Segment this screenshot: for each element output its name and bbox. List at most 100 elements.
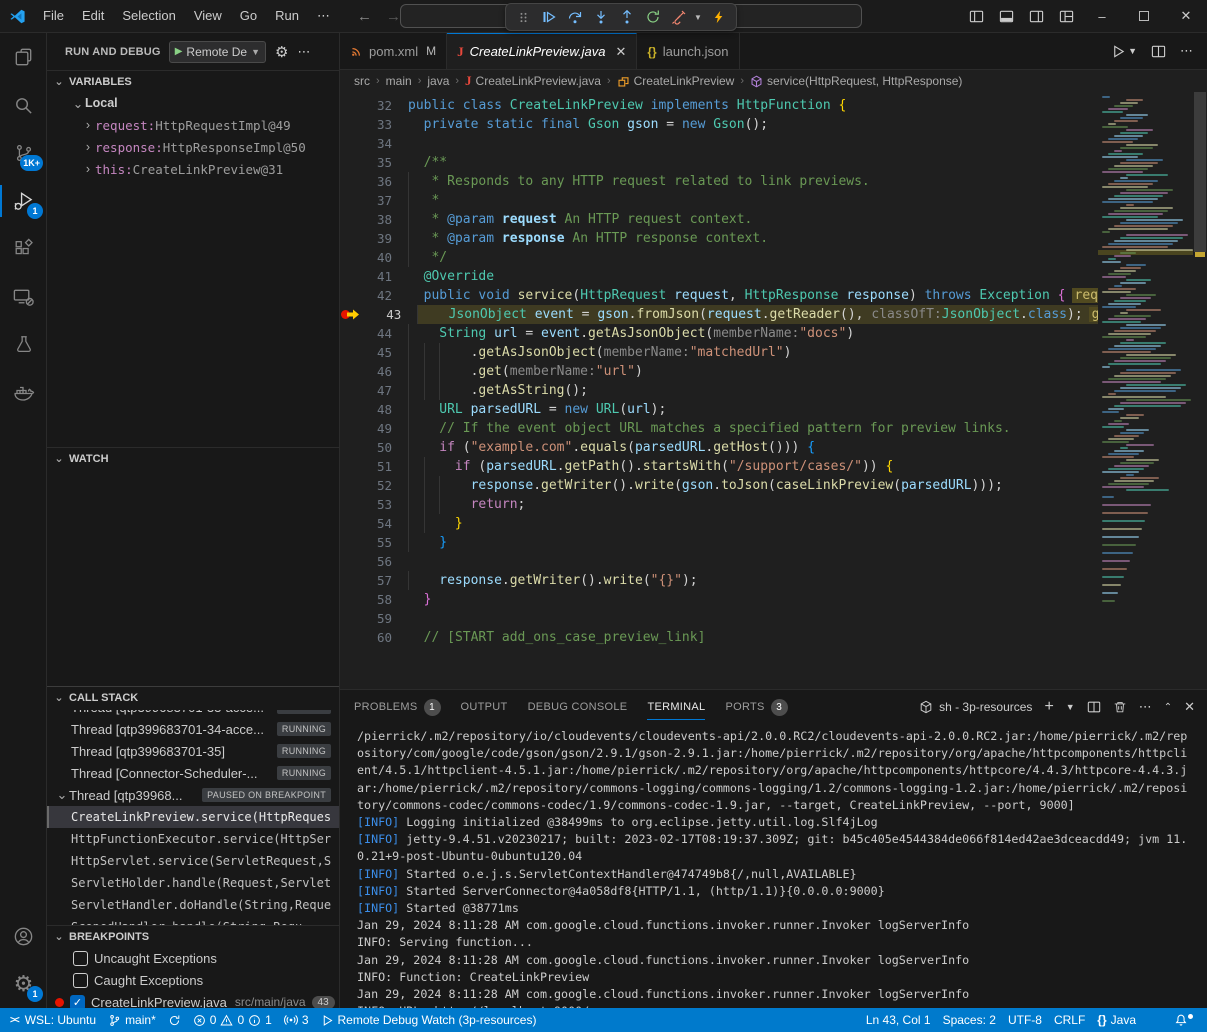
hot-code-replace-icon[interactable] (708, 6, 730, 28)
terminal-selector[interactable]: sh - 3p-resources (919, 700, 1032, 714)
code-line-51[interactable]: 51if (parsedURL.getPath().startsWith("/s… (340, 457, 1098, 476)
code-line-40[interactable]: 40 */ (340, 248, 1098, 267)
maximize-button[interactable] (1123, 0, 1165, 32)
code-line-55[interactable]: 55} (340, 533, 1098, 552)
debug-settings-gear-icon[interactable]: ⚙ (275, 43, 288, 61)
step-into-icon[interactable] (590, 6, 612, 28)
sidebar-more-actions-icon[interactable]: ⋯ (297, 44, 310, 60)
toggle-panel-icon[interactable] (991, 0, 1021, 32)
breadcrumb-item[interactable]: service(HttpRequest, HttpResponse) (750, 74, 962, 88)
call-stack-frame[interactable]: HttpServlet.service(ServletRequest,S (47, 850, 339, 872)
status-utf-8[interactable]: UTF-8 (1002, 1008, 1048, 1032)
variable-row-response[interactable]: ›response: HttpResponseImpl@50 (47, 136, 339, 158)
call-stack-thread[interactable]: Thread [Connector-Scheduler-...RUNNING (47, 762, 339, 784)
code-line-53[interactable]: 53return; (340, 495, 1098, 514)
close-window-button[interactable]: ✕ (1165, 0, 1207, 32)
call-stack-frame[interactable]: ServletHolder.handle(Request,Servlet (47, 872, 339, 894)
code-line-35[interactable]: 35/** (340, 153, 1098, 172)
activity-accounts[interactable] (0, 912, 47, 960)
call-stack-thread[interactable]: ⌄Thread [qtp39968...PAUSED ON BREAKPOINT (47, 784, 339, 806)
split-terminal-icon[interactable] (1087, 700, 1101, 714)
kill-terminal-icon[interactable] (1113, 700, 1127, 714)
split-editor-icon[interactable] (1151, 44, 1166, 59)
code-line-43[interactable]: 43JsonObject event = gson.fromJson(reque… (340, 305, 1098, 324)
menu-run[interactable]: Run (266, 5, 308, 27)
code-line-33[interactable]: 33private static final Gson gson = new G… (340, 115, 1098, 134)
breakpoint-file-row[interactable]: ✓CreateLinkPreview.javasrc/main/java43 (47, 991, 339, 1008)
call-stack-section-header[interactable]: ⌄CALL STACK (47, 686, 339, 708)
code-line-45[interactable]: 45.getAsJsonObject(memberName:"matchedUr… (340, 343, 1098, 362)
activity-testing[interactable] (0, 321, 47, 369)
code-line-56[interactable]: 56 (340, 552, 1098, 571)
run-java-button[interactable]: ▼ (1111, 44, 1137, 59)
breakpoints-section-header[interactable]: ⌄BREAKPOINTS (47, 925, 339, 947)
call-stack-frame[interactable]: ScopedHandler.handle(String,Requ (47, 916, 339, 925)
menu-more[interactable]: ⋯ (308, 5, 339, 27)
status-debug[interactable]: Remote Debug Watch (3p-resources) (315, 1008, 543, 1032)
code-line-46[interactable]: 46.get(memberName:"url") (340, 362, 1098, 381)
call-stack-frame[interactable]: HttpFunctionExecutor.service(HttpSer (47, 828, 339, 850)
menu-file[interactable]: File (34, 5, 73, 27)
variable-row-this[interactable]: ›this: CreateLinkPreview@31 (47, 158, 339, 180)
launch-config-dropdown[interactable]: ▶ Remote De ▼ (169, 41, 266, 63)
code-line-59[interactable]: 59 (340, 609, 1098, 628)
activity-settings[interactable]: ⚙1 (0, 960, 47, 1008)
activity-explorer[interactable] (0, 33, 47, 81)
status-broadcast[interactable]: 3 (278, 1008, 315, 1032)
panel-tab-debug-console[interactable]: DEBUG CONSOLE (528, 690, 628, 724)
status-branch[interactable]: main* (102, 1008, 162, 1032)
call-stack-thread[interactable]: Thread [qtp399683701-35]RUNNING (47, 740, 339, 762)
customize-layout-icon[interactable] (1051, 0, 1081, 32)
code-editor[interactable]: 32public class CreateLinkPreview impleme… (340, 92, 1207, 689)
code-line-54[interactable]: 54} (340, 514, 1098, 533)
activity-run-and-debug[interactable]: 1 (0, 177, 47, 225)
status-java[interactable]: {}Java (1091, 1008, 1142, 1032)
new-terminal-icon[interactable]: + (1044, 698, 1053, 716)
minimap[interactable] (1098, 92, 1193, 689)
code-line-41[interactable]: 41@Override (340, 267, 1098, 286)
activity-remote-explorer[interactable] (0, 273, 47, 321)
panel-tab-ports[interactable]: PORTS3 (725, 690, 787, 724)
breadcrumb-item[interactable]: src (354, 74, 370, 88)
code-line-32[interactable]: 32public class CreateLinkPreview impleme… (340, 96, 1098, 115)
breadcrumb-item[interactable]: main (386, 74, 412, 88)
tab-pom-xml[interactable]: pom.xmlM (340, 33, 447, 69)
menu-edit[interactable]: Edit (73, 5, 113, 27)
panel-more-actions-icon[interactable]: ⋯ (1139, 699, 1152, 715)
panel-tab-problems[interactable]: PROBLEMS1 (354, 690, 441, 724)
code-line-42[interactable]: 42public void service(HttpRequest reques… (340, 286, 1098, 305)
activity-extensions[interactable] (0, 225, 47, 273)
call-stack-thread[interactable]: Thread [qtp399683701-34-acce...RUNNING (47, 718, 339, 740)
status-remote[interactable]: ><WSL: Ubuntu (4, 1008, 102, 1032)
checkbox[interactable]: ✓ (70, 995, 85, 1009)
code-line-57[interactable]: 57response.getWriter().write("{}"); (340, 571, 1098, 590)
panel-tab-output[interactable]: OUTPUT (461, 690, 508, 724)
menu-selection[interactable]: Selection (113, 5, 184, 27)
status-feedback[interactable] (1142, 1008, 1168, 1032)
chevron-down-icon[interactable]: ▼ (694, 13, 704, 22)
editor-more-actions-icon[interactable]: ⋯ (1180, 43, 1193, 59)
code-line-48[interactable]: 48URL parsedURL = new URL(url); (340, 400, 1098, 419)
call-stack-thread[interactable]: Thread [qtp399683701-33-acce...RUNNING (47, 710, 339, 718)
code-line-47[interactable]: 47.getAsString(); (340, 381, 1098, 400)
tab-CreateLinkPreview-java[interactable]: JCreateLinkPreview.java✕ (447, 33, 637, 69)
maximize-panel-icon[interactable]: ⌃ (1164, 702, 1172, 713)
code-line-50[interactable]: 50if ("example.com".equals(parsedURL.get… (340, 438, 1098, 457)
breakpoint-exception-row[interactable]: Caught Exceptions (47, 969, 339, 991)
nav-forward-icon[interactable]: → (386, 8, 401, 25)
code-line-58[interactable]: 58} (340, 590, 1098, 609)
variables-section-header[interactable]: ⌄VARIABLES (47, 70, 339, 92)
code-line-39[interactable]: 39 * @param response An HTTP response co… (340, 229, 1098, 248)
activity-docker[interactable] (0, 369, 47, 417)
panel-tab-terminal[interactable]: TERMINAL (647, 690, 705, 724)
close-panel-icon[interactable]: ✕ (1184, 699, 1195, 715)
status-ln-43-col-1[interactable]: Ln 43, Col 1 (860, 1008, 937, 1032)
code-line-49[interactable]: 49// If the event object URL matches a s… (340, 419, 1098, 438)
checkbox[interactable] (73, 973, 88, 988)
watch-section-header[interactable]: ⌄WATCH (47, 447, 339, 469)
call-stack-frame[interactable]: ServletHandler.doHandle(String,Reque (47, 894, 339, 916)
activity-search[interactable] (0, 81, 47, 129)
code-line-52[interactable]: 52response.getWriter().write(gson.toJson… (340, 476, 1098, 495)
disconnect-icon[interactable] (668, 6, 690, 28)
toggle-primary-sidebar-icon[interactable] (961, 0, 991, 32)
